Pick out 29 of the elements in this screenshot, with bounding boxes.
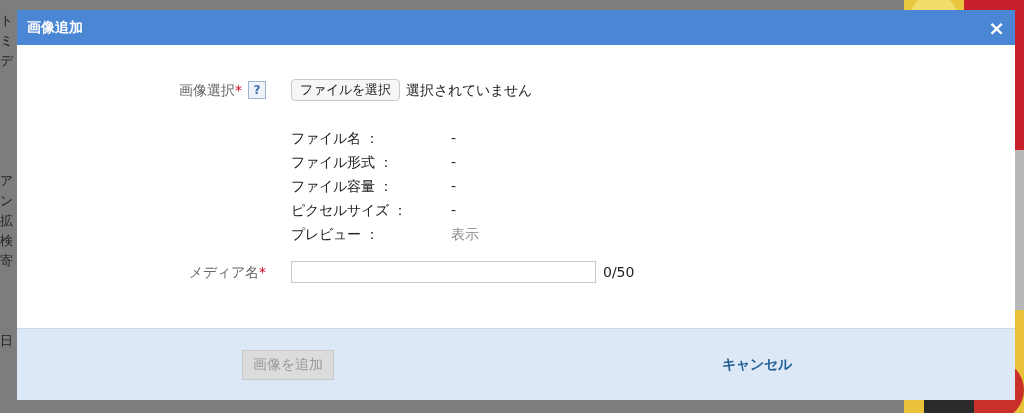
info-value: - [451, 152, 457, 172]
field-label: 画像選択* [179, 80, 242, 100]
background-text: ミ [0, 34, 14, 48]
background-text: ト [0, 14, 14, 28]
background-text: 日 [0, 334, 14, 348]
background-text: ア [0, 174, 14, 188]
background-text: ン [0, 194, 14, 208]
background-text: 拡 [0, 214, 14, 228]
background-text: 検 [0, 234, 14, 248]
preview-link[interactable]: 表示 [451, 223, 479, 245]
cancel-button[interactable]: キャンセル [722, 354, 792, 375]
info-label: ピクセルサイズ ： [291, 200, 409, 220]
close-button[interactable]: × [988, 17, 1005, 38]
info-value: - [451, 200, 457, 220]
info-label: プレビュー ： [291, 224, 381, 244]
info-value: - [451, 176, 457, 196]
character-counter: 0/50 [603, 262, 635, 282]
field-label: メディア名* [189, 262, 266, 282]
help-icon[interactable]: ? [248, 81, 266, 99]
info-label: ファイル容量 ： [291, 176, 395, 196]
info-value: - [451, 128, 457, 148]
info-label: ファイル名 ： [291, 128, 381, 148]
info-label: ファイル形式 ： [291, 152, 395, 172]
file-select-button[interactable]: ファイルを選択 [291, 79, 400, 101]
dialog-title: 画像追加 [27, 18, 83, 37]
background-text: 寄 [0, 254, 14, 268]
media-name-field[interactable] [291, 261, 596, 283]
background-text: デ [0, 54, 15, 68]
file-status: 選択されていません [406, 80, 532, 100]
